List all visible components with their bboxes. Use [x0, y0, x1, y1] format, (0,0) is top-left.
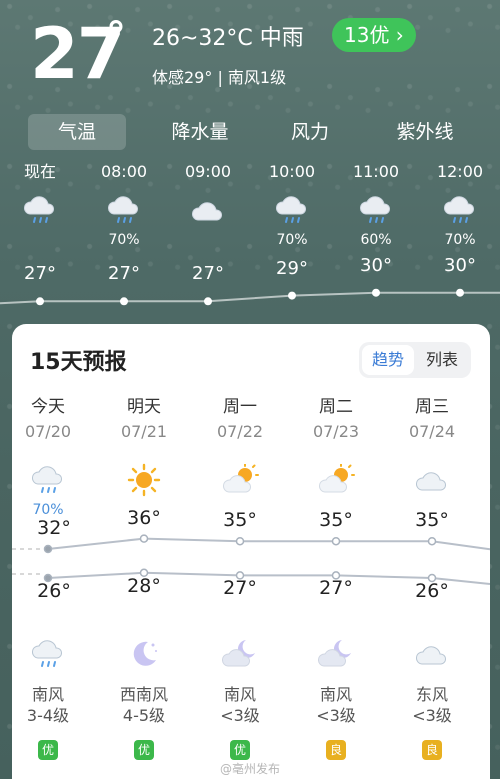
low-temp-point — [427, 573, 437, 583]
wind-direction: 东风 — [415, 685, 448, 704]
rain-cloud-icon — [5, 190, 75, 230]
low-temp-point — [235, 571, 245, 580]
precip-chance — [5, 230, 75, 250]
wind-info: 南风 <3级 — [288, 684, 384, 726]
precip-chance: 70% — [276, 232, 308, 248]
temperature-range: 26~32°C 中雨 — [152, 26, 304, 51]
high-temp-point — [427, 536, 437, 546]
precip-chance: 70% — [444, 232, 476, 248]
air-quality-badge: 优 — [230, 740, 250, 760]
wind-direction: 西南风 — [119, 685, 168, 704]
moon-stars-icon — [96, 634, 192, 674]
air-quality-badge: 良 — [422, 740, 442, 760]
hour-time: 现在 — [23, 162, 56, 181]
rain-cloud-icon — [425, 190, 495, 230]
hourly-item: 10:00 70% — [257, 160, 327, 250]
hourly-item: 08:00 70% — [89, 160, 159, 250]
hourly-item: 现在 — [5, 160, 75, 250]
hour-temp-label: 27° — [24, 263, 56, 285]
daily-temperature-lines — [12, 534, 490, 585]
wind-level: <3级 — [412, 706, 452, 725]
rain-cloud-icon — [341, 190, 411, 230]
rain-cloud-icon — [89, 190, 159, 230]
metric-tabs: 气温 降水量 风力 紫外线 — [0, 114, 500, 154]
precip-chance — [173, 230, 243, 250]
hour-temp-point — [36, 297, 44, 306]
wind-direction: 南风 — [31, 685, 64, 704]
wind-info: 东风 <3级 — [384, 684, 480, 726]
low-temp-point — [43, 573, 53, 583]
high-temp-point — [331, 536, 341, 546]
feels-like-text: 体感29° | 南风1级 — [152, 68, 287, 87]
hour-temp-label: 27° — [192, 263, 224, 285]
tab-precipitation[interactable]: 降水量 — [150, 114, 250, 150]
hourly-item: 11:00 60% — [341, 160, 411, 250]
rain-cloud-icon — [0, 634, 96, 674]
cloudy-night-icon — [288, 634, 384, 674]
precip-chance: 70% — [108, 232, 140, 248]
wind-level: <3级 — [316, 706, 356, 725]
wind-level: 3-4级 — [26, 706, 70, 725]
hour-temp-point — [120, 297, 128, 306]
wind-info: 南风 3-4级 — [0, 684, 96, 726]
watermark: @亳州发布 — [220, 762, 281, 776]
hour-time: 08:00 — [100, 162, 148, 181]
wind-direction: 南风 — [319, 685, 352, 704]
high-temp-point — [43, 544, 53, 554]
cloudy-night-icon — [192, 634, 288, 674]
degree-symbol: ° — [106, 14, 126, 60]
wind-level: 4-5级 — [122, 706, 166, 725]
air-quality-badge: 良 — [326, 740, 346, 760]
hour-temp-point — [204, 297, 212, 306]
air-quality-badge: 优 — [134, 740, 154, 760]
low-temp-point — [139, 568, 149, 578]
high-temp-point — [139, 534, 149, 543]
tab-uv[interactable]: 紫外线 — [380, 114, 470, 150]
precip-chance: 60% — [360, 232, 392, 248]
wind-info: 西南风 4-5级 — [96, 684, 192, 726]
hour-time: 11:00 — [352, 162, 400, 181]
high-temp-point — [235, 536, 245, 546]
wind-level: <3级 — [220, 706, 260, 725]
low-temp-point — [331, 571, 341, 580]
hour-temp-point — [288, 291, 296, 300]
hour-time: 10:00 — [268, 162, 316, 181]
hour-time: 09:00 — [184, 162, 232, 181]
hour-time: 12:00 — [436, 162, 484, 181]
hour-temp-label: 27° — [108, 263, 140, 285]
hourly-item: 09:00 — [173, 160, 243, 250]
cloud-icon — [384, 634, 480, 674]
wind-direction: 南风 — [223, 685, 256, 704]
aqi-badge[interactable]: 13优 › — [332, 18, 416, 52]
tab-temperature[interactable]: 气温 — [28, 114, 126, 150]
forecast-card: 15天预报 趋势 列表 今天 07/20 70% 32° 26° 南风 3-4级优明… — [12, 324, 490, 779]
hour-temp-label: 30° — [360, 254, 392, 276]
wind-info: 南风 <3级 — [192, 684, 288, 726]
hour-temp-point — [372, 288, 380, 297]
cloud-icon — [173, 190, 243, 230]
hourly-temperature-line — [0, 288, 500, 306]
hourly-item: 12:00 70% — [425, 160, 495, 250]
air-quality-badge: 优 — [38, 740, 58, 760]
tab-wind[interactable]: 风力 — [270, 114, 350, 150]
hour-temp-point — [456, 288, 464, 297]
hour-temp-label: 30° — [444, 254, 476, 276]
rain-cloud-icon — [257, 190, 327, 230]
hour-temp-label: 29° — [276, 257, 308, 279]
